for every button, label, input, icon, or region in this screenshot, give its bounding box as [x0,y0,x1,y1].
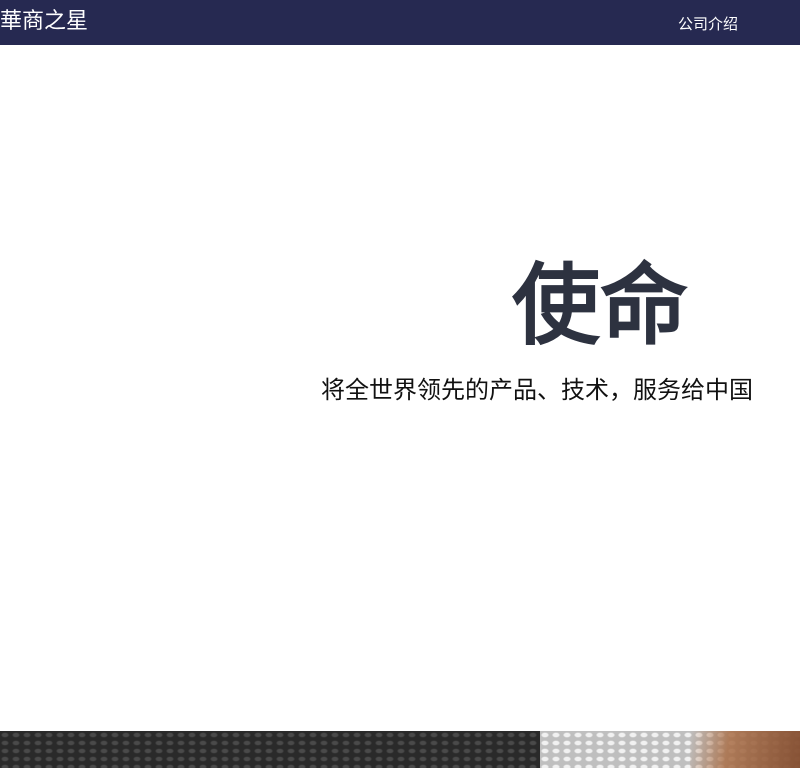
black-pellets-image [0,731,540,768]
mission-title: 使命 [512,254,689,357]
mission-subtitle: 将全世界领先的产品、技术，服务给中国 [321,376,753,404]
nav-item-company-intro[interactable]: 公司介绍 [678,14,738,34]
brand-logo-text[interactable]: 華商之星 [0,7,88,37]
top-nav-bar: 華商之星 公司介绍 [0,0,800,45]
hand-holding-pellets-image [690,731,800,768]
product-image-strip [0,731,800,768]
